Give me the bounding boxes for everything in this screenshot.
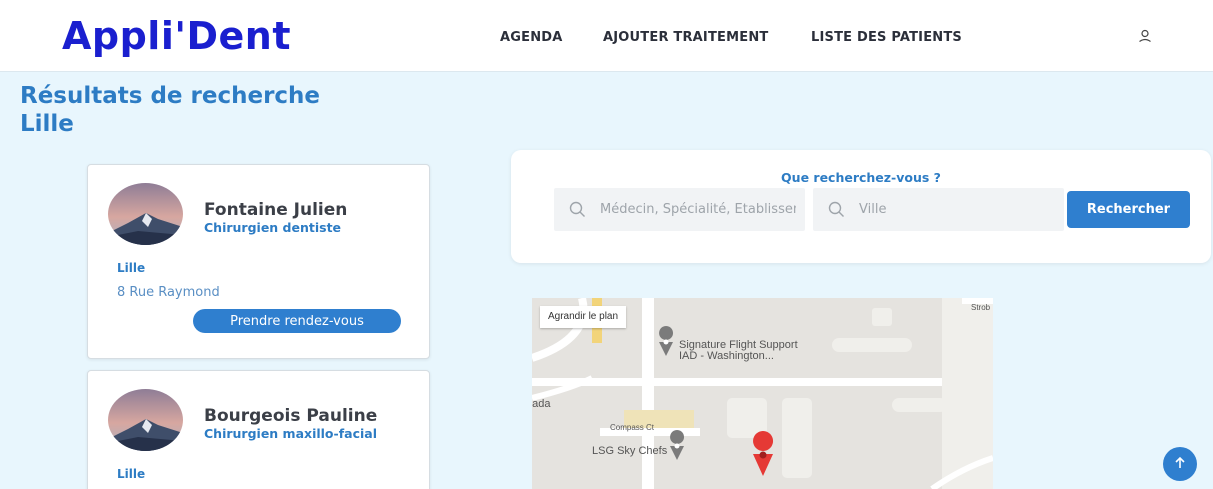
doctor-search-field[interactable] [554,188,805,231]
map-edge-label: Strob [971,303,991,312]
map-poi-label: LSG Sky Chefs [592,445,668,457]
arrow-up-icon [1175,456,1185,468]
doctor-search-input[interactable] [600,188,796,231]
map-enlarge-button[interactable]: Agrandir le plan [540,306,627,328]
nav-ajouter-traitement[interactable]: AJOUTER TRAITEMENT [603,30,768,45]
doctor-city: Lille [117,467,146,481]
doctor-city: Lille [117,261,146,275]
doctor-avatar [108,389,183,451]
doctor-address: 8 Rue Raymond [117,285,220,300]
search-button[interactable]: Rechercher [1067,191,1190,228]
doctor-name[interactable]: Bourgeois Pauline [204,406,377,426]
page-title-line: Résultats de recherche [20,83,321,109]
search-panel: Que recherchez-vous ? Rechercher [511,150,1211,263]
doctor-name[interactable]: Fontaine Julien [204,200,347,220]
map-view[interactable]: Agrandir le plan Signature Flight Suppor… [532,298,993,489]
map-street-label: Compass Ct [610,423,655,432]
page-title-city: Lille [20,111,74,137]
map-poi-label: Signature Flight Support IAD - Washingto… [679,340,798,362]
city-search-field[interactable] [813,188,1064,231]
page-title: Résultats de recherche Lille [20,82,320,138]
map-poi-subtitle: IAD - Washington... [679,350,774,362]
nav-agenda[interactable]: AGENDA [500,30,563,45]
search-icon [828,201,844,217]
scroll-to-top-button[interactable] [1163,447,1197,481]
search-label: Que recherchez-vous ? [781,170,941,185]
doctor-card: Bourgeois Pauline Chirurgien maxillo-fac… [87,370,430,489]
top-header: Appli'Dent AGENDA AJOUTER TRAITEMENT LIS… [0,0,1213,72]
book-appointment-button[interactable]: Prendre rendez-vous [193,309,401,333]
app-logo[interactable]: Appli'Dent [62,14,291,58]
doctor-card: Fontaine Julien Chirurgien dentiste Lill… [87,164,430,359]
map-edge-label: nada [532,398,551,410]
nav-liste-patients[interactable]: LISTE DES PATIENTS [811,30,962,45]
search-icon [569,201,585,217]
doctor-avatar [108,183,183,245]
doctor-specialty: Chirurgien maxillo-facial [204,426,377,441]
user-icon[interactable] [1137,28,1153,44]
city-search-input[interactable] [859,188,1055,231]
doctor-specialty: Chirurgien dentiste [204,220,342,235]
